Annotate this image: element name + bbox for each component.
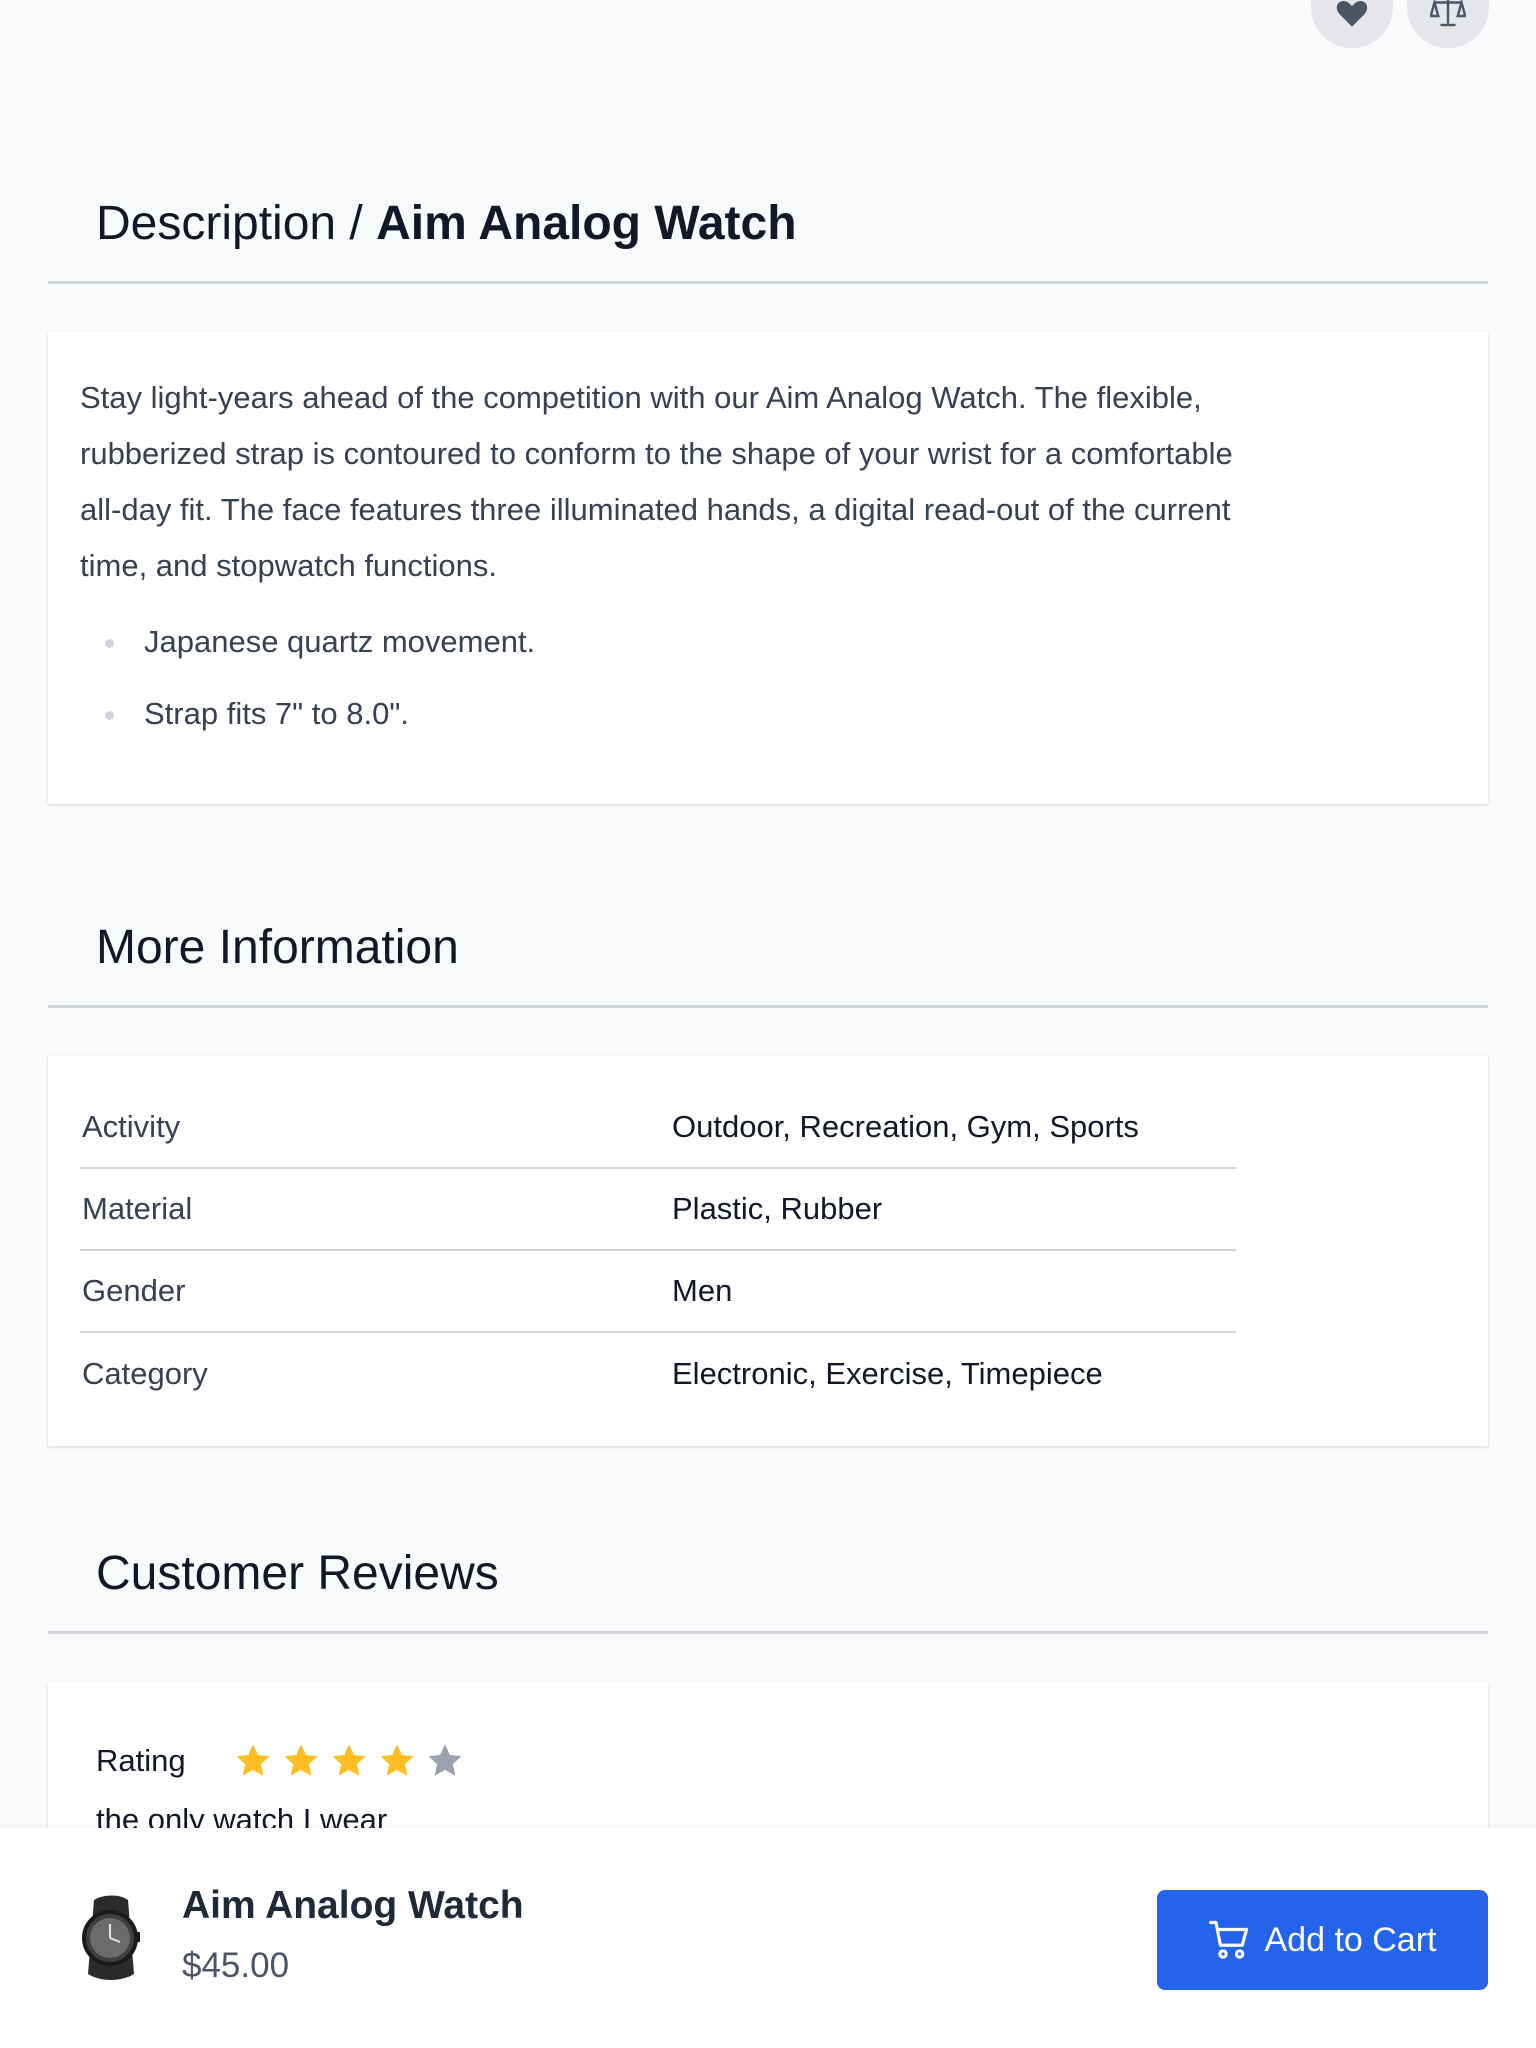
table-row: Gender Men (80, 1249, 1236, 1332)
description-text: Stay light-years ahead of the competitio… (80, 380, 1233, 583)
rating-label: Rating (96, 1743, 186, 1778)
feature-item: Strap fits 7" to 8.0". (80, 694, 535, 766)
star-icon (380, 1744, 414, 1776)
attribute-name: Material (80, 1167, 672, 1250)
heart-icon (1336, 0, 1368, 27)
table-row: Activity Outdoor, Recreation, Gym, Sport… (80, 1086, 1236, 1168)
star-icon (428, 1744, 462, 1776)
add-to-compare-button[interactable] (1407, 0, 1489, 48)
rating-stars (234, 1742, 464, 1780)
sticky-product-price: $45.00 (182, 1946, 290, 1985)
attribute-value: Outdoor, Recreation, Gym, Sports (672, 1108, 1139, 1144)
more-info-heading: More Information (96, 921, 459, 974)
attribute-value: Electronic, Exercise, Timepiece (672, 1331, 1236, 1414)
attribute-name: Activity (82, 1108, 181, 1144)
table-row: Material Plastic, Rubber (80, 1167, 1236, 1250)
attribute-value: Men (672, 1249, 1236, 1332)
feature-list: Japanese quartz movement. Strap fits 7" … (80, 622, 535, 766)
description-heading-prefix: Description / (96, 197, 377, 250)
product-thumbnail (82, 1895, 140, 1980)
reviews-heading: Customer Reviews (96, 1547, 499, 1600)
cart-icon (1208, 1920, 1248, 1959)
star-icon (236, 1744, 270, 1776)
more-info-card: Activity Outdoor, Recreation, Gym, Sport… (48, 1056, 1488, 1446)
add-to-cart-button[interactable]: Add to Cart (1157, 1890, 1488, 1990)
more-info-table: Activity Outdoor, Recreation, Gym, Sport… (80, 1086, 1236, 1414)
description-heading-block: Description / Aim Analog Watch (48, 196, 1488, 284)
description-heading: Description / Aim Analog Watch (96, 196, 1488, 252)
sticky-add-to-cart-bar: Aim Analog Watch $45.00 Add to Cart (0, 1828, 1536, 2048)
description-card: Stay light-years ahead of the competitio… (48, 332, 1488, 804)
description-heading-product: Aim Analog Watch (376, 197, 797, 250)
add-to-cart-label: Add to Cart (1264, 1920, 1437, 1959)
attribute-name: Gender (80, 1249, 672, 1332)
rating-row: Rating (96, 1742, 464, 1780)
table-row: Category Electronic, Exercise, Timepiece (80, 1331, 1236, 1414)
scale-icon (1430, 0, 1466, 27)
attribute-name: Category (80, 1331, 672, 1414)
product-page: Description / Aim Analog Watch Stay ligh… (0, 0, 1536, 2048)
sticky-product-name: Aim Analog Watch (182, 1884, 524, 1927)
reviews-heading-block: Customer Reviews (48, 1546, 1488, 1634)
star-icon (332, 1744, 366, 1776)
more-info-heading-block: More Information (48, 920, 1488, 1008)
feature-item: Japanese quartz movement. (80, 622, 535, 694)
star-icon (284, 1744, 318, 1776)
attribute-value: Plastic, Rubber (672, 1167, 1236, 1250)
add-to-wishlist-button[interactable] (1311, 0, 1393, 48)
